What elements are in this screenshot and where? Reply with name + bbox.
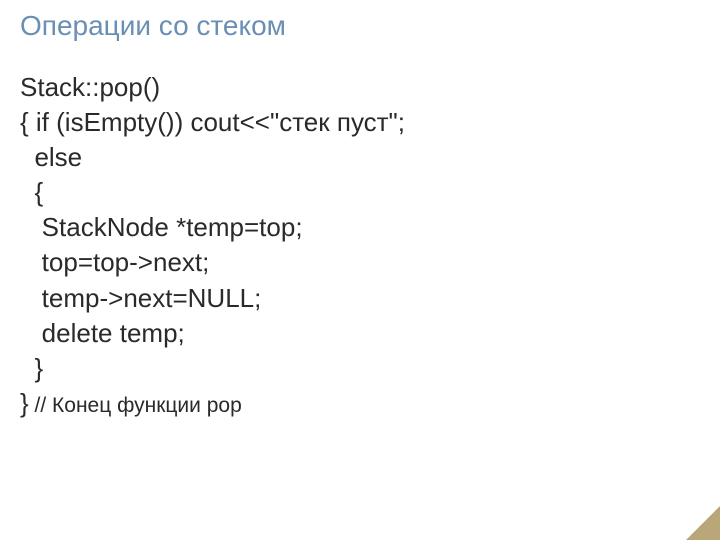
code-line-3: else xyxy=(20,140,700,175)
code-line-2: { if (isEmpty()) cout<<"стек пуст"; xyxy=(20,105,700,140)
code-line-7: temp->next=NULL; xyxy=(20,281,700,316)
code-comment: // Конец функции pop xyxy=(29,394,242,417)
code-line-9: } xyxy=(20,351,700,386)
code-line-1: Stack::pop() xyxy=(20,70,700,105)
code-line-5: StackNode *temp=top; xyxy=(20,210,700,245)
code-line-8: delete temp; xyxy=(20,316,700,351)
slide: Операции со стеком Stack::pop(){ if (isE… xyxy=(0,0,720,540)
code-block: Stack::pop(){ if (isEmpty()) cout<<"стек… xyxy=(20,70,700,421)
code-close-brace: } xyxy=(20,388,29,418)
code-line-6: top=top->next; xyxy=(20,245,700,280)
code-line-4: { xyxy=(20,175,700,210)
code-line-10: } // Конец функции pop xyxy=(20,386,700,421)
slide-title: Операции со стеком xyxy=(20,10,700,42)
corner-accent xyxy=(686,506,720,540)
